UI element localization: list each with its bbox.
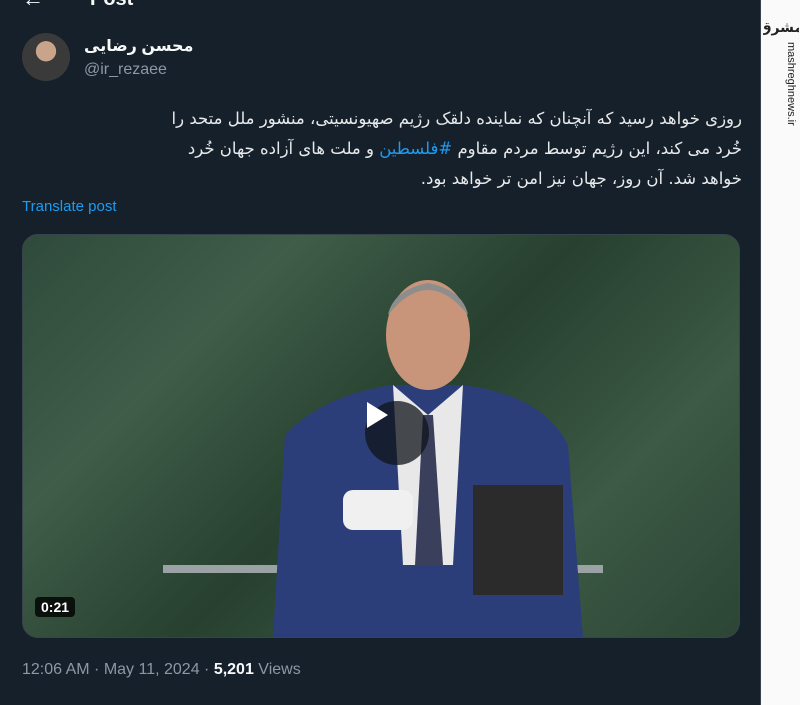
- top-bar: ← Post: [0, 0, 760, 20]
- page-title: Post: [90, 0, 133, 11]
- watermark-url: mashreghnews.ir: [785, 42, 797, 126]
- post-meta: 12:06 AM · May 11, 2024 · 5,201 Views: [22, 661, 301, 679]
- play-button[interactable]: [365, 401, 429, 465]
- separator: ·: [89, 661, 104, 678]
- views-count: 5,201: [213, 661, 254, 678]
- watermark-logo: مشرق: [763, 20, 799, 36]
- back-arrow-icon[interactable]: ←: [22, 0, 44, 12]
- watermark: مشرق mashreghnews.ir: [761, 0, 800, 705]
- author-handle[interactable]: @ir_rezaee: [84, 61, 167, 79]
- post-date[interactable]: May 11, 2024: [104, 661, 200, 678]
- tweet-line: خُرد می کند، این رژیم توسط مردم مقاوم #ف…: [22, 134, 742, 164]
- tweet-line-part: خُرد می کند، این رژیم توسط مردم مقاوم: [452, 139, 742, 158]
- tweet-line: خواهد شد. آن روز، جهان نیز امن تر خواهد …: [420, 169, 742, 188]
- hashtag-link[interactable]: #فلسطین: [379, 139, 452, 158]
- tweet-line-part: و ملت های آزاده جهان خُرد: [187, 139, 380, 158]
- video-duration: 0:21: [35, 597, 76, 617]
- post-time[interactable]: 12:06 AM: [22, 661, 90, 678]
- video-player[interactable]: 0:21: [22, 234, 740, 638]
- views-label: Views: [253, 661, 301, 678]
- play-icon: [367, 402, 388, 428]
- separator: ·: [199, 661, 214, 678]
- document-binder: [473, 485, 563, 595]
- translate-post-link[interactable]: Translate post: [22, 198, 117, 215]
- author-name[interactable]: محسن رضایی: [84, 36, 193, 56]
- tweet-text: روزی خواهد رسید که آنچنان که نماینده دلق…: [22, 104, 742, 194]
- avatar[interactable]: [22, 33, 70, 81]
- speaker-sleeve: [343, 490, 413, 530]
- tweet-line: روزی خواهد رسید که آنچنان که نماینده دلق…: [171, 109, 742, 128]
- watermark-logo-text: مشرق: [763, 20, 799, 36]
